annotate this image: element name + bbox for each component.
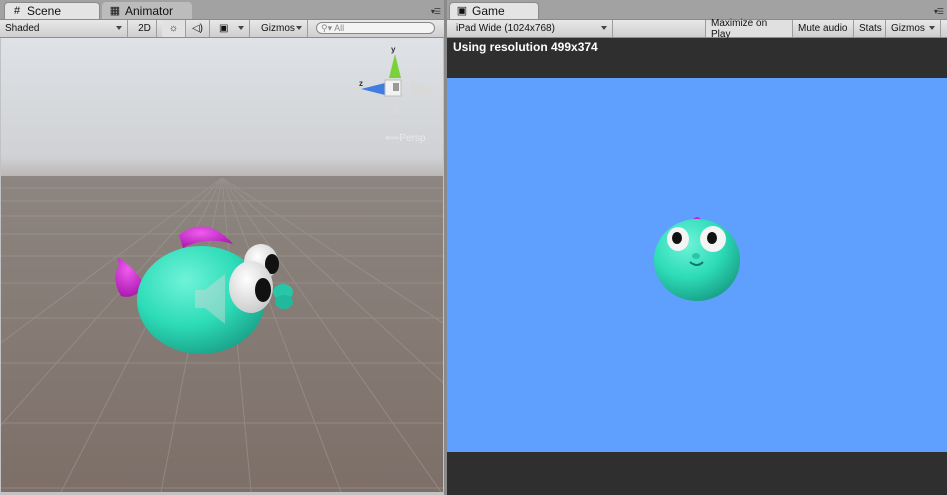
sun-icon: ☼: [168, 23, 179, 34]
scene-toolbar: Shaded 2D ☼ ◁) ▣ Gizmos ⚲▾ All: [0, 20, 444, 38]
2d-toggle-button[interactable]: 2D: [133, 20, 157, 37]
persp-icon: ⟸: [385, 133, 400, 144]
shading-mode-dropdown[interactable]: Shaded: [0, 20, 128, 37]
fish-character-front[interactable]: [654, 217, 740, 301]
game-tabbar: ▣ Game ▾☰: [447, 0, 947, 20]
animator-icon: ▦: [109, 5, 121, 17]
gizmos-dropdown[interactable]: Gizmos: [256, 20, 308, 37]
projection-label: Persp: [399, 133, 426, 144]
game-panel: ▣ Game ▾☰ iPad Wide (1024x768) Maximize …: [447, 0, 947, 495]
tab-game[interactable]: ▣ Game: [449, 2, 539, 19]
chevron-down-icon: [116, 26, 122, 30]
maximize-on-play-label: Maximize on Play: [711, 17, 768, 40]
game-background: [447, 78, 947, 452]
tab-animator-label: Animator: [125, 4, 174, 18]
stats-label: Stats: [859, 23, 882, 34]
chevron-down-icon: [296, 26, 302, 30]
scene-panel: # Scene ▦ Animator ▾☰ Shaded 2D ☼ ◁) ▣ G…: [0, 0, 444, 495]
maximize-on-play-button[interactable]: Maximize on Play: [705, 17, 793, 40]
game-controller-icon: ▣: [456, 5, 468, 17]
game-toolbar: iPad Wide (1024x768) Maximize on Play Mu…: [447, 17, 947, 40]
scene-viewport[interactable]: y z ⟸Persp: [1, 38, 443, 492]
panel-menu-icon[interactable]: ▾☰: [934, 7, 944, 16]
tab-scene-label: Scene: [27, 4, 62, 18]
chevron-down-icon: [601, 26, 607, 30]
gizmos-dropdown[interactable]: Gizmos: [886, 20, 941, 37]
speaker-icon: ◁): [191, 23, 204, 34]
2d-toggle-label: 2D: [138, 23, 151, 34]
aspect-ratio-dropdown[interactable]: iPad Wide (1024x768): [451, 20, 613, 37]
search-placeholder: All: [334, 23, 345, 33]
search-icon: ⚲▾: [321, 22, 333, 33]
panel-menu-icon[interactable]: ▾☰: [431, 7, 441, 16]
lighting-toggle-button[interactable]: ☼: [162, 20, 186, 37]
grid-icon: #: [13, 5, 21, 17]
chevron-down-icon: [238, 26, 244, 30]
effects-dropdown[interactable]: ▣: [214, 20, 250, 37]
resolution-text: Using resolution 499x374: [453, 40, 598, 54]
game-viewport[interactable]: Using resolution 499x374: [447, 38, 947, 495]
stats-button[interactable]: Stats: [854, 20, 886, 37]
image-icon: ▣: [219, 23, 229, 34]
search-input[interactable]: ⚲▾ All: [316, 22, 435, 34]
scene-tabbar: # Scene ▦ Animator ▾☰: [0, 0, 444, 20]
gizmo-y-label: y: [391, 45, 396, 54]
scene-render: [1, 38, 443, 492]
chevron-down-icon: [929, 26, 935, 30]
projection-toggle[interactable]: ⟸Persp: [385, 133, 425, 144]
tab-game-label: Game: [472, 4, 505, 18]
gizmo-z-label: z: [359, 79, 363, 88]
gizmos-label: Gizmos: [891, 23, 925, 34]
tab-scene[interactable]: # Scene: [4, 2, 100, 19]
shading-mode-label: Shaded: [5, 23, 40, 34]
game-render: [654, 217, 740, 301]
tab-animator[interactable]: ▦ Animator: [102, 2, 192, 19]
audio-toggle-button[interactable]: ◁): [186, 20, 210, 37]
gizmos-label: Gizmos: [261, 23, 295, 34]
mute-audio-label: Mute audio: [798, 23, 848, 34]
mute-audio-button[interactable]: Mute audio: [793, 20, 854, 37]
aspect-ratio-label: iPad Wide (1024x768): [456, 23, 555, 34]
